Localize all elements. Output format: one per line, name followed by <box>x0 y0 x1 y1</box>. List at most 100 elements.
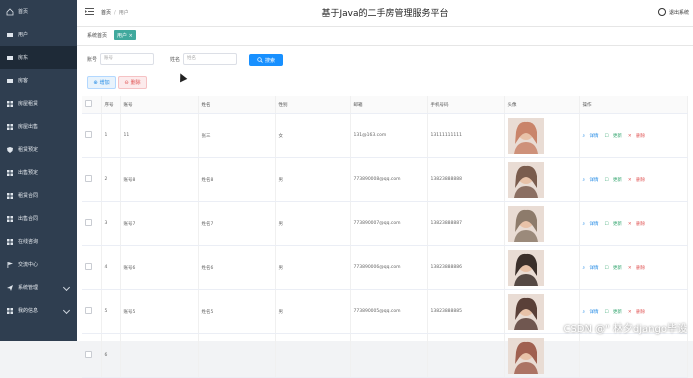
avatar <box>507 293 544 330</box>
power-icon <box>657 8 666 16</box>
row-checkbox-cell[interactable] <box>82 245 102 290</box>
home-icon <box>6 7 14 16</box>
detail-label: 详情 <box>589 177 599 183</box>
delete-label: 删除 <box>636 177 646 183</box>
detail-button[interactable]: ⌕ 详情 <box>583 222 602 227</box>
column-header: 序号 <box>101 96 121 114</box>
sidebar-item-label: 房屋租赁 <box>18 101 39 107</box>
delete-button[interactable]: ✕ 删除 <box>628 222 648 227</box>
delete-button[interactable]: ✕ 删除 <box>628 178 648 183</box>
sidebar-item-10[interactable]: 在线咨询 <box>0 230 77 253</box>
update-button[interactable]: ☐ 更新 <box>604 178 624 183</box>
delete-button[interactable]: ✕ 删除 <box>628 134 648 139</box>
name-input[interactable]: 姓名 <box>183 53 238 65</box>
search-button-label: 搜索 <box>264 57 275 64</box>
cell-email <box>350 333 428 378</box>
cell-operations: ⌕ 详情 ☐ 更新 ✕ 删除 <box>579 113 688 158</box>
detail-label: 详情 <box>589 265 599 271</box>
sidebar-item-9[interactable]: 出售合同 <box>0 207 77 230</box>
cell-avatar <box>504 245 580 290</box>
table-row: 4 账号6 姓名6 男 773890006@qq.com 13823888886 ⌕ 详情 ☐… <box>82 245 688 290</box>
update-button[interactable]: ☐ 更新 <box>604 222 624 227</box>
cell-avatar <box>504 113 580 158</box>
column-header: 账号 <box>120 96 199 114</box>
checkbox[interactable] <box>85 131 92 138</box>
chevron-down-icon <box>62 283 71 292</box>
sidebar-item-label: 在线咨询 <box>18 239 39 245</box>
checkbox[interactable] <box>85 100 92 107</box>
update-button[interactable]: ☐ 更新 <box>604 134 624 139</box>
tag-home[interactable]: 系统首页 <box>87 32 107 39</box>
cell-gender: 男 <box>275 157 351 202</box>
shield-icon <box>6 146 14 154</box>
row-checkbox-cell[interactable] <box>82 289 102 334</box>
batch-delete-label: 删除 <box>130 80 141 86</box>
search-icon: ⌕ <box>582 221 587 227</box>
row-checkbox-cell[interactable] <box>82 157 102 202</box>
table-row: 1 11 张三女 131@163.com 13111111111 ⌕ 详情 ☐ 更新 ✕ 删除 <box>82 113 688 158</box>
avatar <box>507 161 544 198</box>
cell-index: 1 <box>101 113 121 158</box>
sidebar-item-1[interactable]: 用户 <box>0 23 77 46</box>
table-header: 序号 账号 姓名 性别 邮箱 手机号码 头像 操作 <box>82 96 688 114</box>
edit-icon: ☐ <box>604 133 610 139</box>
cell-phone: 13823888887 <box>427 201 505 246</box>
sidebar-item-4[interactable]: 房屋租赁 <box>0 92 77 115</box>
cell-email: 131@163.com <box>350 113 428 158</box>
sidebar-item-label: 房屋出售 <box>18 124 39 130</box>
update-button[interactable]: ☐ 更新 <box>604 310 624 315</box>
sidebar-item-label: 交流中心 <box>18 262 39 268</box>
detail-button[interactable]: ⌕ 详情 <box>583 266 602 271</box>
update-label: 更新 <box>612 133 622 139</box>
cell-gender: 男 <box>275 201 351 246</box>
mouse-cursor-icon <box>176 71 188 83</box>
tag-active[interactable]: 用户 × <box>114 30 136 40</box>
search-button[interactable]: 搜索 <box>249 54 283 66</box>
edit-icon: ☐ <box>604 221 610 227</box>
sidebar-item-label: 出售预定 <box>18 170 39 176</box>
cell-account: 账号8 <box>120 157 199 202</box>
sidebar-item-11[interactable]: 交流中心 <box>0 253 77 276</box>
sidebar-item-label: 用户 <box>18 32 29 38</box>
row-checkbox-cell[interactable] <box>82 201 102 246</box>
delete-button[interactable]: ✕ 删除 <box>628 310 648 315</box>
select-all-checkbox[interactable] <box>82 96 102 114</box>
sidebar-item-6[interactable]: 租赁预定 <box>0 138 77 161</box>
sidebar-item-3[interactable]: 房客 <box>0 69 77 92</box>
batch-delete-button[interactable]: ⊖ 删除 <box>118 76 147 89</box>
checkbox[interactable] <box>85 219 92 226</box>
row-checkbox-cell[interactable] <box>82 333 102 378</box>
sidebar-item-13[interactable]: 我的信息 <box>0 299 77 322</box>
grid-icon <box>6 238 14 246</box>
row-checkbox-cell[interactable] <box>82 113 102 158</box>
sidebar-item-0[interactable]: 首页 <box>0 0 77 23</box>
grid-icon <box>6 123 14 131</box>
topbar: 首页 / 用户 基于Java的二手房管理服务平台 退出系统 <box>77 0 693 27</box>
sidebar-item-8[interactable]: 租赁合同 <box>0 184 77 207</box>
sidebar-item-12[interactable]: 系统管理 <box>0 276 77 299</box>
detail-button[interactable]: ⌕ 详情 <box>583 310 602 315</box>
cell-account: 11 <box>120 113 199 158</box>
checkbox[interactable] <box>85 307 92 314</box>
checkbox[interactable] <box>85 175 92 182</box>
cell-phone: 13823888886 <box>427 245 505 290</box>
sidebar-item-2[interactable]: 房东 <box>0 46 77 69</box>
watermark: CSDN @" 林夕django毕设 <box>563 324 687 335</box>
checkbox[interactable] <box>85 263 92 270</box>
update-button[interactable]: ☐ 更新 <box>604 266 624 271</box>
logout-button[interactable]: 退出系统 <box>657 8 689 16</box>
detail-button[interactable]: ⌕ 详情 <box>583 134 602 139</box>
add-button[interactable]: ⊕ 增加 <box>87 76 116 89</box>
column-header: 邮箱 <box>350 96 428 114</box>
account-input[interactable]: 账号 <box>100 53 155 65</box>
sidebar-item-7[interactable]: 出售预定 <box>0 161 77 184</box>
sidebar-item-5[interactable]: 房屋出售 <box>0 115 77 138</box>
detail-button[interactable]: ⌕ 详情 <box>583 178 602 183</box>
delete-button[interactable]: ✕ 删除 <box>628 266 648 271</box>
cell-account: 账号6 <box>120 245 199 290</box>
close-icon: ✕ <box>627 133 634 139</box>
delete-label: 删除 <box>636 265 646 271</box>
grid-icon <box>6 169 14 177</box>
checkbox[interactable] <box>85 351 92 358</box>
close-icon: ✕ <box>627 309 634 315</box>
